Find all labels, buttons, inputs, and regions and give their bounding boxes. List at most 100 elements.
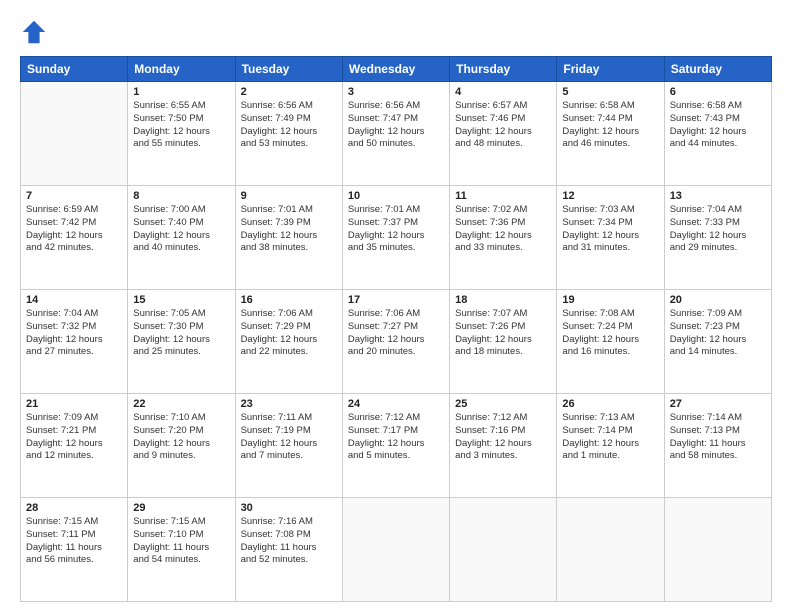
- day-number: 25: [455, 398, 551, 410]
- cell-info: Sunrise: 6:57 AM Sunset: 7:46 PM Dayligh…: [455, 100, 551, 151]
- calendar-cell: 15 Sunrise: 7:05 AM Sunset: 7:30 PM Dayli…: [128, 290, 235, 394]
- calendar-cell: 3 Sunrise: 6:56 AM Sunset: 7:47 PM Daylig…: [342, 82, 449, 186]
- cell-info: Sunrise: 6:58 AM Sunset: 7:43 PM Dayligh…: [670, 100, 766, 151]
- day-number: 28: [26, 502, 122, 514]
- cell-info: Sunrise: 7:03 AM Sunset: 7:34 PM Dayligh…: [562, 204, 658, 255]
- cell-info: Sunrise: 6:56 AM Sunset: 7:47 PM Dayligh…: [348, 100, 444, 151]
- day-number: 24: [348, 398, 444, 410]
- day-number: 1: [133, 86, 229, 98]
- calendar-week-row-3: 14Sunrise: 7:04 AM Sunset: 7:32 PM Dayli…: [21, 290, 772, 394]
- calendar-cell: 24Sunrise: 7:12 AM Sunset: 7:17 PM Dayli…: [342, 394, 449, 498]
- calendar-cell: 17 Sunrise: 7:06 AM Sunset: 7:27 PM Dayli…: [342, 290, 449, 394]
- cell-info: Sunrise: 7:10 AM Sunset: 7:20 PM Dayligh…: [133, 412, 229, 463]
- calendar-cell: 11 Sunrise: 7:02 AM Sunset: 7:36 PM Dayli…: [450, 186, 557, 290]
- calendar-week-row-5: 28 Sunrise: 7:15 AM Sunset: 7:11 PM Dayli…: [21, 498, 772, 602]
- calendar-cell: 10 Sunrise: 7:01 AM Sunset: 7:37 PM Dayli…: [342, 186, 449, 290]
- day-number: 15: [133, 294, 229, 306]
- day-number: 23: [241, 398, 337, 410]
- day-number: 7: [26, 190, 122, 202]
- calendar-cell: 2 Sunrise: 6:56 AM Sunset: 7:49 PM Daylig…: [235, 82, 342, 186]
- cell-info: Sunrise: 7:12 AM Sunset: 7:16 PM Dayligh…: [455, 412, 551, 463]
- day-number: 13: [670, 190, 766, 202]
- cell-info: Sunrise: 7:15 AM Sunset: 7:11 PM Dayligh…: [26, 516, 122, 567]
- day-number: 26: [562, 398, 658, 410]
- calendar-cell: 27 Sunrise: 7:14 AM Sunset: 7:13 PM Dayli…: [664, 394, 771, 498]
- header: [20, 18, 772, 46]
- logo-icon: [20, 18, 48, 46]
- weekday-header-tuesday: Tuesday: [235, 57, 342, 82]
- weekday-header-thursday: Thursday: [450, 57, 557, 82]
- calendar-cell: 20Sunrise: 7:09 AM Sunset: 7:23 PM Dayli…: [664, 290, 771, 394]
- cell-info: Sunrise: 7:07 AM Sunset: 7:26 PM Dayligh…: [455, 308, 551, 359]
- calendar-cell: 23 Sunrise: 7:11 AM Sunset: 7:19 PM Dayli…: [235, 394, 342, 498]
- cell-info: Sunrise: 7:11 AM Sunset: 7:19 PM Dayligh…: [241, 412, 337, 463]
- cell-info: Sunrise: 7:01 AM Sunset: 7:37 PM Dayligh…: [348, 204, 444, 255]
- day-number: 6: [670, 86, 766, 98]
- calendar-cell: 22 Sunrise: 7:10 AM Sunset: 7:20 PM Dayli…: [128, 394, 235, 498]
- calendar-cell: [557, 498, 664, 602]
- cell-info: Sunrise: 7:08 AM Sunset: 7:24 PM Dayligh…: [562, 308, 658, 359]
- cell-info: Sunrise: 6:56 AM Sunset: 7:49 PM Dayligh…: [241, 100, 337, 151]
- cell-info: Sunrise: 6:58 AM Sunset: 7:44 PM Dayligh…: [562, 100, 658, 151]
- day-number: 2: [241, 86, 337, 98]
- weekday-header-friday: Friday: [557, 57, 664, 82]
- cell-info: Sunrise: 7:09 AM Sunset: 7:23 PM Dayligh…: [670, 308, 766, 359]
- day-number: 12: [562, 190, 658, 202]
- calendar-cell: 29Sunrise: 7:15 AM Sunset: 7:10 PM Dayli…: [128, 498, 235, 602]
- calendar-cell: [450, 498, 557, 602]
- calendar-cell: [664, 498, 771, 602]
- calendar-cell: 5 Sunrise: 6:58 AM Sunset: 7:44 PM Daylig…: [557, 82, 664, 186]
- day-number: 21: [26, 398, 122, 410]
- day-number: 9: [241, 190, 337, 202]
- calendar-cell: 26 Sunrise: 7:13 AM Sunset: 7:14 PM Dayli…: [557, 394, 664, 498]
- cell-info: Sunrise: 7:04 AM Sunset: 7:32 PM Dayligh…: [26, 308, 122, 359]
- calendar-cell: 6 Sunrise: 6:58 AM Sunset: 7:43 PM Daylig…: [664, 82, 771, 186]
- day-number: 30: [241, 502, 337, 514]
- weekday-header-monday: Monday: [128, 57, 235, 82]
- cell-info: Sunrise: 7:06 AM Sunset: 7:29 PM Dayligh…: [241, 308, 337, 359]
- cell-info: Sunrise: 7:05 AM Sunset: 7:30 PM Dayligh…: [133, 308, 229, 359]
- calendar-cell: 14Sunrise: 7:04 AM Sunset: 7:32 PM Dayli…: [21, 290, 128, 394]
- calendar-week-row-2: 7 Sunrise: 6:59 AM Sunset: 7:42 PM Daylig…: [21, 186, 772, 290]
- cell-info: Sunrise: 7:04 AM Sunset: 7:33 PM Dayligh…: [670, 204, 766, 255]
- calendar-cell: 16 Sunrise: 7:06 AM Sunset: 7:29 PM Dayli…: [235, 290, 342, 394]
- cell-info: Sunrise: 6:55 AM Sunset: 7:50 PM Dayligh…: [133, 100, 229, 151]
- calendar-cell: 28 Sunrise: 7:15 AM Sunset: 7:11 PM Dayli…: [21, 498, 128, 602]
- calendar-cell: 8 Sunrise: 7:00 AM Sunset: 7:40 PM Daylig…: [128, 186, 235, 290]
- calendar-cell: 7 Sunrise: 6:59 AM Sunset: 7:42 PM Daylig…: [21, 186, 128, 290]
- calendar-cell: 4Sunrise: 6:57 AM Sunset: 7:46 PM Daylig…: [450, 82, 557, 186]
- day-number: 8: [133, 190, 229, 202]
- cell-info: Sunrise: 7:02 AM Sunset: 7:36 PM Dayligh…: [455, 204, 551, 255]
- day-number: 19: [562, 294, 658, 306]
- calendar-table: SundayMondayTuesdayWednesdayThursdayFrid…: [20, 56, 772, 602]
- day-number: 10: [348, 190, 444, 202]
- day-number: 3: [348, 86, 444, 98]
- cell-info: Sunrise: 6:59 AM Sunset: 7:42 PM Dayligh…: [26, 204, 122, 255]
- day-number: 5: [562, 86, 658, 98]
- day-number: 27: [670, 398, 766, 410]
- calendar-cell: 21Sunrise: 7:09 AM Sunset: 7:21 PM Dayli…: [21, 394, 128, 498]
- cell-info: Sunrise: 7:01 AM Sunset: 7:39 PM Dayligh…: [241, 204, 337, 255]
- weekday-header-wednesday: Wednesday: [342, 57, 449, 82]
- calendar-cell: 13 Sunrise: 7:04 AM Sunset: 7:33 PM Dayli…: [664, 186, 771, 290]
- calendar-cell: [21, 82, 128, 186]
- day-number: 22: [133, 398, 229, 410]
- calendar-cell: 18 Sunrise: 7:07 AM Sunset: 7:26 PM Dayli…: [450, 290, 557, 394]
- day-number: 11: [455, 190, 551, 202]
- calendar-cell: 9 Sunrise: 7:01 AM Sunset: 7:39 PM Daylig…: [235, 186, 342, 290]
- weekday-header-row: SundayMondayTuesdayWednesdayThursdayFrid…: [21, 57, 772, 82]
- cell-info: Sunrise: 7:00 AM Sunset: 7:40 PM Dayligh…: [133, 204, 229, 255]
- day-number: 18: [455, 294, 551, 306]
- day-number: 16: [241, 294, 337, 306]
- cell-info: Sunrise: 7:16 AM Sunset: 7:08 PM Dayligh…: [241, 516, 337, 567]
- calendar-week-row-4: 21Sunrise: 7:09 AM Sunset: 7:21 PM Dayli…: [21, 394, 772, 498]
- calendar-cell: 30 Sunrise: 7:16 AM Sunset: 7:08 PM Dayli…: [235, 498, 342, 602]
- page: SundayMondayTuesdayWednesdayThursdayFrid…: [0, 0, 792, 612]
- calendar-cell: 19 Sunrise: 7:08 AM Sunset: 7:24 PM Dayli…: [557, 290, 664, 394]
- calendar-cell: 25 Sunrise: 7:12 AM Sunset: 7:16 PM Dayli…: [450, 394, 557, 498]
- calendar-cell: 12 Sunrise: 7:03 AM Sunset: 7:34 PM Dayli…: [557, 186, 664, 290]
- day-number: 17: [348, 294, 444, 306]
- cell-info: Sunrise: 7:06 AM Sunset: 7:27 PM Dayligh…: [348, 308, 444, 359]
- cell-info: Sunrise: 7:14 AM Sunset: 7:13 PM Dayligh…: [670, 412, 766, 463]
- cell-info: Sunrise: 7:13 AM Sunset: 7:14 PM Dayligh…: [562, 412, 658, 463]
